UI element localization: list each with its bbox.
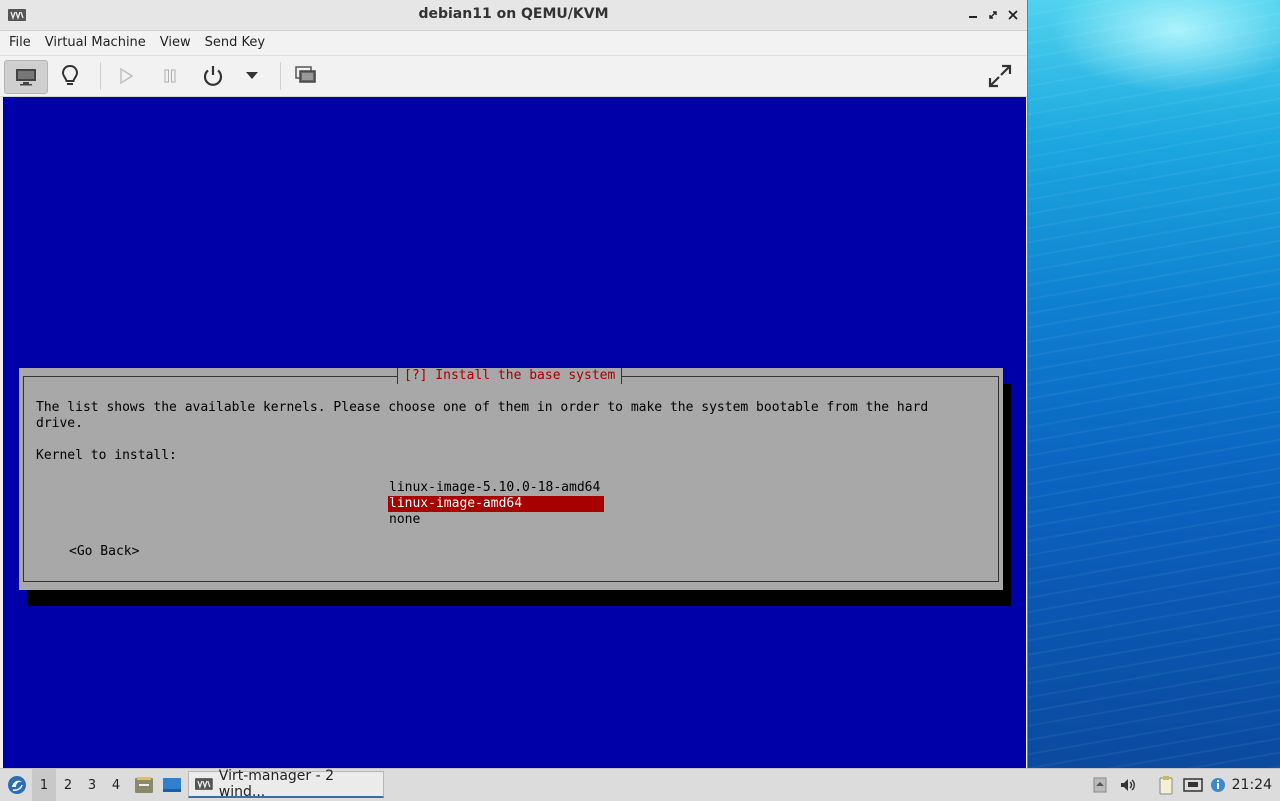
kernel-option[interactable]: none xyxy=(388,512,604,528)
monitor-icon xyxy=(16,69,36,86)
app-menu-button[interactable] xyxy=(4,769,30,801)
notification-tray[interactable] xyxy=(1208,769,1228,801)
kernel-list: linux-image-5.10.0-18-amd64 linux-image-… xyxy=(388,480,604,528)
chevron-down-icon xyxy=(246,72,258,79)
task-label: Virt-manager - 2 wind... xyxy=(218,768,335,800)
close-icon[interactable] xyxy=(1004,6,1022,24)
workspace-4[interactable]: 4 xyxy=(104,769,128,801)
network-icon xyxy=(1183,778,1203,792)
pause-button[interactable] xyxy=(154,60,186,92)
play-icon xyxy=(120,67,134,85)
power-icon xyxy=(203,66,223,86)
kernel-option-selected[interactable]: linux-image-amd64 xyxy=(388,496,604,512)
guest-display[interactable]: [?] Install the base system The list sho… xyxy=(3,97,1026,768)
go-back-button[interactable]: <Go Back> xyxy=(69,544,139,560)
kernel-option[interactable]: linux-image-5.10.0-18-amd64 xyxy=(388,480,604,496)
clipboard-icon xyxy=(1159,776,1173,795)
menu-virtual-machine[interactable]: Virtual Machine xyxy=(38,31,153,55)
dialog-description: The list shows the available kernels. Pl… xyxy=(36,400,929,431)
shutdown-button[interactable] xyxy=(197,60,229,92)
fullscreen-icon xyxy=(988,64,1012,88)
desktop-icon xyxy=(163,778,181,792)
clock[interactable]: 21:24 xyxy=(1232,769,1272,801)
workspace-3[interactable]: 3 xyxy=(80,769,104,801)
installer-dialog: [?] Install the base system The list sho… xyxy=(19,368,1003,590)
workspace-2[interactable]: 2 xyxy=(56,769,80,801)
tray-arrow-icon xyxy=(1093,777,1107,793)
vm-window: debian11 on QEMU/KVM File Virtual Machin… xyxy=(0,0,1028,768)
folder-icon xyxy=(135,777,153,793)
workspace-1[interactable]: 1 xyxy=(32,769,56,801)
dialog-title: [?] Install the base system xyxy=(397,368,623,384)
snapshots-icon xyxy=(295,66,316,83)
minimize-icon[interactable] xyxy=(964,6,982,24)
menubar: File Virtual Machine View Send Key xyxy=(0,31,1027,56)
taskbar: 1 2 3 4 Virt-manager - 2 wind... 21:24 xyxy=(0,768,1280,801)
window-title: debian11 on QEMU/KVM xyxy=(418,6,609,22)
menu-file[interactable]: File xyxy=(2,31,38,55)
menu-send-key[interactable]: Send Key xyxy=(198,31,272,55)
desktop-wallpaper xyxy=(1027,0,1280,768)
tray-show-hidden[interactable] xyxy=(1090,769,1110,801)
file-manager-launcher[interactable] xyxy=(132,769,156,801)
toolbar xyxy=(0,56,1027,97)
pause-icon xyxy=(164,69,176,83)
show-desktop-launcher[interactable] xyxy=(160,769,184,801)
clipboard-tray[interactable] xyxy=(1155,769,1177,801)
lightbulb-icon xyxy=(61,64,79,85)
run-button[interactable] xyxy=(110,60,142,92)
task-virt-manager[interactable]: Virt-manager - 2 wind... xyxy=(188,768,384,800)
window-titlebar[interactable]: debian11 on QEMU/KVM xyxy=(0,0,1027,31)
lxqt-logo-icon xyxy=(8,776,26,794)
menu-view[interactable]: View xyxy=(153,31,198,55)
virt-manager-icon xyxy=(195,778,213,790)
kernel-label: Kernel to install: xyxy=(36,448,177,463)
show-console-button[interactable] xyxy=(4,60,48,94)
snapshots-button[interactable] xyxy=(290,60,322,92)
show-details-button[interactable] xyxy=(54,60,86,92)
maximize-icon[interactable] xyxy=(984,6,1002,24)
shutdown-menu-button[interactable] xyxy=(236,60,268,92)
info-icon xyxy=(1211,778,1225,792)
volume-control[interactable] xyxy=(1117,769,1139,801)
speaker-icon xyxy=(1121,779,1135,791)
network-tray[interactable] xyxy=(1182,769,1204,801)
fullscreen-button[interactable] xyxy=(984,60,1016,92)
